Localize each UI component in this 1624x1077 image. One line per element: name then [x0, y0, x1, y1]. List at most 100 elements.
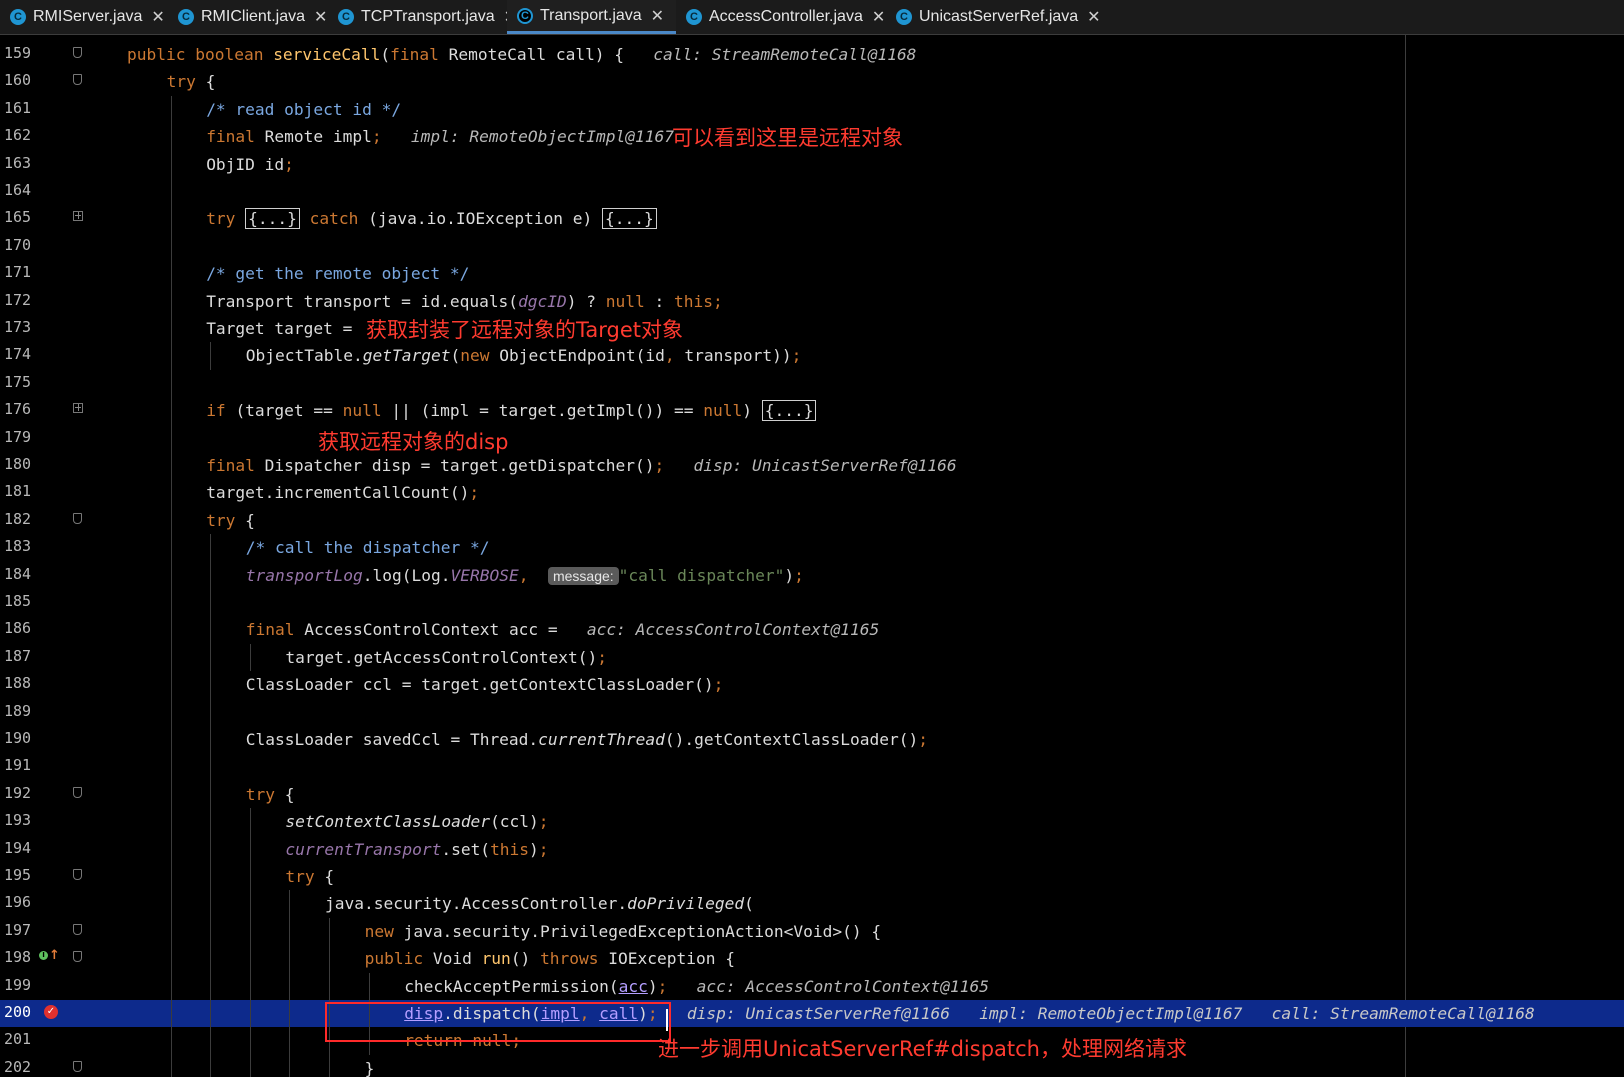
gutter-line[interactable]: 161 — [0, 96, 118, 123]
code-line[interactable]: final AccessControlContext acc = acc: Ac… — [118, 616, 1624, 643]
code-line[interactable]: /* read object id */ — [118, 96, 1624, 123]
code-line[interactable]: /* get the remote object */ — [118, 260, 1624, 287]
code-line[interactable]: if (target == null || (impl = target.get… — [118, 397, 1624, 424]
code-line[interactable]: final Dispatcher disp = target.getDispat… — [118, 452, 1624, 479]
code-line[interactable]: try {...} catch (java.io.IOException e) … — [118, 205, 1624, 232]
tab-rmiclient-java[interactable]: C RMIClient.java ✕ — [168, 0, 328, 34]
tab-unicastserverref-java[interactable]: C UnicastServerRef.java ✕ — [886, 0, 1101, 34]
close-icon[interactable]: ✕ — [314, 7, 327, 27]
code-line[interactable]: try { — [118, 781, 1624, 808]
gutter-line[interactable]: 190 — [0, 726, 118, 753]
code-line[interactable]: try { — [118, 863, 1624, 890]
gutter-line[interactable]: 170 — [0, 233, 118, 260]
gutter-line[interactable]: 176 — [0, 397, 118, 424]
gutter-line[interactable]: 182 — [0, 507, 118, 534]
code-line[interactable]: ClassLoader ccl = target.getContextClass… — [118, 671, 1624, 698]
code-line[interactable]: ObjectTable.getTarget(new ObjectEndpoint… — [118, 342, 1624, 369]
code-area[interactable]: public boolean serviceCall(final RemoteC… — [118, 35, 1624, 1077]
gutter-line[interactable]: 193 — [0, 808, 118, 835]
tab-accesscontroller-java[interactable]: C AccessController.java ✕ — [676, 0, 886, 34]
implements-method-icon[interactable]: I ↑ — [39, 948, 60, 963]
gutter-line[interactable]: 179 — [0, 425, 118, 452]
gutter-line[interactable]: 187 — [0, 644, 118, 671]
close-icon[interactable]: ✕ — [651, 6, 664, 26]
gutter-line[interactable]: 191 — [0, 753, 118, 780]
indent-guide — [170, 808, 172, 836]
gutter-line[interactable]: 164 — [0, 178, 118, 205]
gutter-line[interactable]: 185 — [0, 589, 118, 616]
code-line[interactable]: target.getAccessControlContext(); — [118, 644, 1624, 671]
gutter-line[interactable]: 189 — [0, 699, 118, 726]
gutter-line[interactable]: 184 — [0, 562, 118, 589]
code-line[interactable]: java.security.AccessController.doPrivile… — [118, 890, 1624, 917]
close-icon[interactable]: ✕ — [151, 7, 164, 27]
tab-tcptransport-java[interactable]: CTCPTransport.java✕ — [328, 0, 517, 34]
gutter-line[interactable]: 172 — [0, 288, 118, 315]
fold-marker-icon[interactable] — [73, 1060, 82, 1072]
code-line[interactable] — [118, 699, 1624, 726]
expand-fold-icon[interactable] — [73, 403, 83, 414]
code-line[interactable]: Target target = — [118, 315, 1624, 342]
expand-fold-icon[interactable] — [73, 211, 83, 222]
fold-marker-icon[interactable] — [73, 869, 82, 880]
tab-rmiserver-java[interactable]: C RMIServer.java ✕ — [0, 0, 168, 34]
fold-marker-icon[interactable] — [73, 512, 82, 524]
close-icon[interactable]: ✕ — [1087, 7, 1100, 27]
gutter-line[interactable]: 201 — [0, 1027, 118, 1054]
gutter-line[interactable]: 175 — [0, 370, 118, 397]
gutter-line[interactable]: 159 — [0, 41, 118, 68]
gutter-line[interactable]: 174 — [0, 342, 118, 369]
folded-block[interactable]: {...} — [245, 208, 300, 230]
gutter-line[interactable]: 197 — [0, 918, 118, 945]
gutter-line[interactable]: 200 ✓ — [0, 1000, 118, 1028]
gutter-line[interactable]: 195 — [0, 863, 118, 890]
code-line[interactable]: /* call the dispatcher */ — [118, 534, 1624, 561]
code-line[interactable]: public Void run() throws IOException { — [118, 945, 1624, 972]
gutter-line[interactable]: 173 — [0, 315, 118, 342]
code-editor[interactable]: 159 160 161 162 163 164 165 170 171 172 173 174 175 1… — [0, 35, 1624, 1077]
fold-marker-icon[interactable] — [73, 786, 82, 798]
code-line[interactable] — [118, 233, 1624, 260]
gutter-line[interactable]: 171 — [0, 260, 118, 287]
gutter-line[interactable]: 165 — [0, 205, 118, 232]
fold-marker-icon[interactable] — [73, 47, 82, 58]
fold-marker-icon[interactable] — [73, 923, 82, 935]
code-line[interactable]: currentTransport.set(this); — [118, 836, 1624, 863]
gutter-line[interactable]: 194 — [0, 836, 118, 863]
fold-marker-icon[interactable] — [73, 951, 82, 963]
code-line[interactable]: ObjID id; — [118, 151, 1624, 178]
gutter-line[interactable]: 198 I ↑ — [0, 945, 118, 972]
gutter-line[interactable]: 162 — [0, 123, 118, 150]
gutter-line[interactable]: 163 — [0, 151, 118, 178]
code-line[interactable] — [118, 753, 1624, 780]
gutter-line[interactable]: 199 — [0, 973, 118, 1000]
code-line[interactable]: transportLog.log(Log.VERBOSE, message: "c… — [118, 562, 1624, 589]
code-line[interactable]: Transport transport = id.equals(dgcID) ?… — [118, 288, 1624, 315]
gutter-line[interactable]: 180 — [0, 452, 118, 479]
breakpoint-icon[interactable]: ✓ — [44, 1005, 58, 1019]
folded-block[interactable]: {...} — [602, 208, 657, 230]
gutter-line[interactable]: 202 — [0, 1055, 118, 1077]
gutter-line[interactable]: 160 — [0, 68, 118, 95]
code-line[interactable]: try { — [118, 507, 1624, 534]
code-line[interactable]: target.incrementCallCount(); — [118, 479, 1624, 506]
code-line[interactable]: checkAcceptPermission(acc); acc: AccessC… — [118, 973, 1624, 1000]
code-line[interactable]: try { — [118, 68, 1624, 95]
code-line[interactable]: setContextClassLoader(ccl); — [118, 808, 1624, 835]
code-line[interactable]: new java.security.PrivilegedExceptionAct… — [118, 918, 1624, 945]
gutter-line[interactable]: 186 — [0, 616, 118, 643]
gutter-line[interactable]: 183 — [0, 534, 118, 561]
code-line[interactable] — [118, 178, 1624, 205]
code-line[interactable]: ClassLoader savedCcl = Thread.currentThr… — [118, 726, 1624, 753]
close-icon[interactable]: ✕ — [872, 7, 885, 27]
gutter-line[interactable]: 192 — [0, 781, 118, 808]
gutter-line[interactable]: 181 — [0, 479, 118, 506]
code-line[interactable]: public boolean serviceCall(final RemoteC… — [118, 41, 1624, 68]
gutter-line[interactable]: 188 — [0, 671, 118, 698]
code-line[interactable] — [118, 370, 1624, 397]
folded-block[interactable]: {...} — [761, 400, 817, 422]
gutter-line[interactable]: 196 — [0, 890, 118, 917]
code-line[interactable] — [118, 589, 1624, 616]
fold-marker-icon[interactable] — [73, 74, 82, 86]
tab-transport-java[interactable]: C Transport.java ✕ — [507, 0, 676, 34]
